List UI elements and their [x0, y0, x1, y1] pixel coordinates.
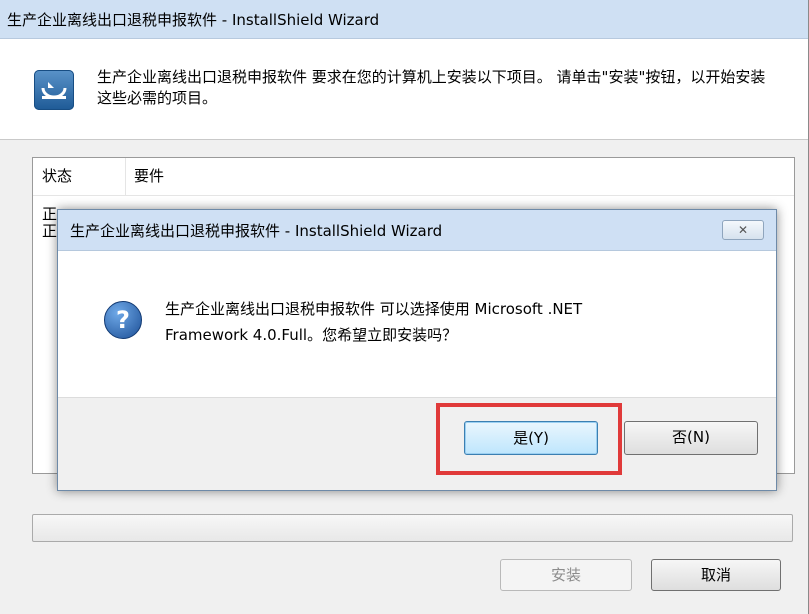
- yes-button[interactable]: 是(Y): [464, 421, 598, 455]
- dialog-title-bar[interactable]: 生产企业离线出口退税申报软件 - InstallShield Wizard ✕: [58, 210, 776, 251]
- close-icon[interactable]: ✕: [722, 220, 764, 240]
- dialog-message-line2: Framework 4.0.Full。您希望立即安装吗？: [165, 326, 458, 344]
- no-button[interactable]: 否(N): [624, 421, 758, 455]
- install-progress-bar: [32, 514, 793, 542]
- dialog-title: 生产企业离线出口退税申报软件 - InstallShield Wizard: [70, 222, 443, 240]
- install-button[interactable]: 安装: [500, 559, 632, 591]
- cancel-button[interactable]: 取消: [651, 559, 781, 591]
- installer-intro-text: 生产企业离线出口退税申报软件 要求在您的计算机上安装以下项目。 请单击"安装"按…: [97, 68, 766, 107]
- dialog-message-line1: 生产企业离线出口退税申报软件 可以选择使用 Microsoft .NET: [165, 300, 583, 318]
- net-framework-dialog: 生产企业离线出口退税申报软件 - InstallShield Wizard ✕ …: [57, 209, 777, 491]
- question-icon: ?: [104, 301, 142, 339]
- setup-icon: [34, 70, 74, 110]
- dialog-message: 生产企业离线出口退税申报软件 可以选择使用 Microsoft .NET Fra…: [165, 296, 745, 348]
- column-header-requirement[interactable]: 要件: [126, 158, 794, 196]
- installer-title: 生产企业离线出口退税申报软件 - InstallShield Wizard: [7, 11, 380, 29]
- table-row: 正: [42, 222, 58, 240]
- column-header-status[interactable]: 状态: [33, 158, 126, 196]
- installer-title-bar[interactable]: 生产企业离线出口退税申报软件 - InstallShield Wizard: [0, 0, 808, 39]
